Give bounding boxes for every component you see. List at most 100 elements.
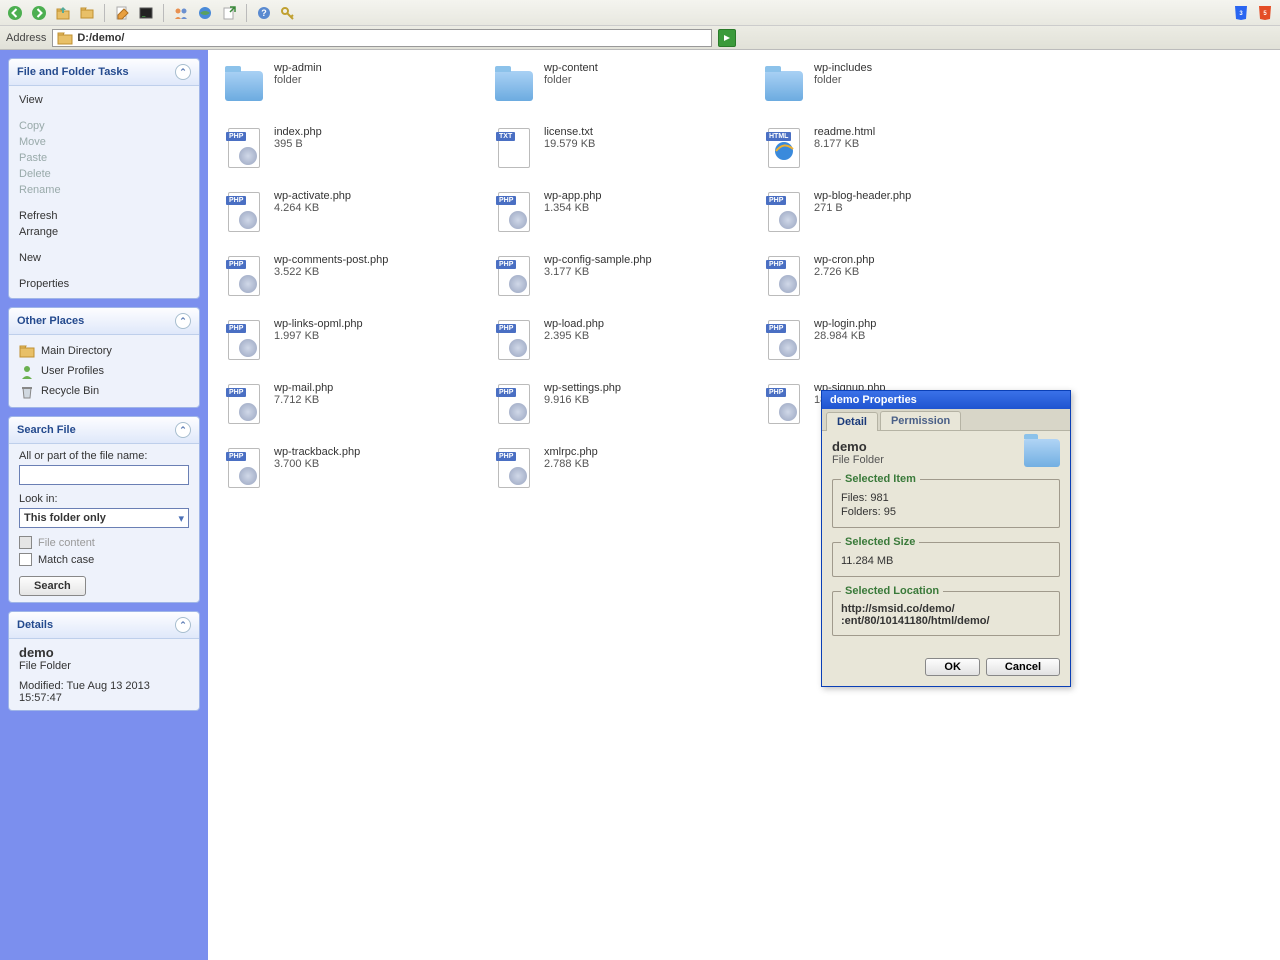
file-item[interactable]: PHPwp-load.php2.395 KB — [492, 318, 762, 364]
file-meta: 395 B — [274, 138, 322, 150]
file-item[interactable]: wp-adminfolder — [222, 62, 492, 108]
task-delete: Delete — [19, 166, 189, 182]
file-meta: 1.354 KB — [544, 202, 602, 214]
task-view[interactable]: View — [19, 92, 189, 108]
selected-location-fieldset: Selected Location http://smsid.co/demo/ … — [832, 585, 1060, 636]
file-meta: 2.395 KB — [544, 330, 604, 342]
newwindow-button[interactable] — [218, 2, 240, 24]
file-meta: 3.177 KB — [544, 266, 652, 278]
content-area: wp-adminfolderwp-contentfolderwp-include… — [208, 50, 1280, 960]
php-icon: PHP — [222, 126, 266, 170]
tasks-panel-header[interactable]: File and Folder Tasks ⌃ — [9, 59, 199, 86]
file-item[interactable]: PHPwp-login.php28.984 KB — [762, 318, 1032, 364]
up-button[interactable] — [52, 2, 74, 24]
back-button[interactable] — [4, 2, 26, 24]
task-arrange[interactable]: Arrange — [19, 224, 189, 240]
file-item[interactable]: wp-includesfolder — [762, 62, 1032, 108]
file-name: wp-trackback.php — [274, 446, 360, 458]
details-modified: Modified: Tue Aug 13 2013 15:57:47 — [19, 680, 189, 704]
edit-button[interactable] — [111, 2, 133, 24]
file-item[interactable]: PHPwp-comments-post.php3.522 KB — [222, 254, 492, 300]
top-toolbar: _ ? 3 5 — [0, 0, 1280, 26]
open-button[interactable] — [76, 2, 98, 24]
file-item[interactable]: HTMLreadme.html8.177 KB — [762, 126, 1032, 172]
php-icon: PHP — [762, 318, 806, 362]
search-name-input[interactable] — [19, 465, 189, 485]
tab-permission[interactable]: Permission — [880, 411, 961, 430]
file-name: wp-mail.php — [274, 382, 333, 394]
search-lookin-select[interactable]: This folder only ▾ — [19, 508, 189, 528]
file-name: wp-blog-header.php — [814, 190, 911, 202]
place-label: Main Directory — [41, 345, 112, 357]
file-name: wp-cron.php — [814, 254, 875, 266]
go-button[interactable] — [718, 29, 736, 47]
place-main-directory[interactable]: Main Directory — [19, 341, 189, 361]
file-meta: 271 B — [814, 202, 911, 214]
forward-button[interactable] — [28, 2, 50, 24]
php-icon: PHP — [762, 382, 806, 426]
collapse-icon[interactable]: ⌃ — [175, 617, 191, 633]
dialog-title[interactable]: demo Properties — [822, 391, 1070, 409]
places-panel-header[interactable]: Other Places ⌃ — [9, 308, 199, 335]
file-item[interactable]: PHPwp-app.php1.354 KB — [492, 190, 762, 236]
search-button[interactable]: Search — [19, 576, 86, 596]
php-icon: PHP — [222, 446, 266, 490]
search-panel-header[interactable]: Search File ⌃ — [9, 417, 199, 444]
file-item[interactable]: PHPwp-cron.php2.726 KB — [762, 254, 1032, 300]
panel-title: Details — [17, 619, 53, 631]
file-item[interactable]: PHPwp-trackback.php3.700 KB — [222, 446, 492, 492]
collapse-icon[interactable]: ⌃ — [175, 64, 191, 80]
file-item[interactable]: PHPwp-config-sample.php3.177 KB — [492, 254, 762, 300]
tab-detail[interactable]: Detail — [826, 412, 878, 431]
key-button[interactable] — [277, 2, 299, 24]
file-item[interactable]: PHPxmlrpc.php2.788 KB — [492, 446, 762, 492]
details-panel-header[interactable]: Details ⌃ — [9, 612, 199, 639]
task-list: ViewCopyMovePasteDeleteRenameRefreshArra… — [19, 92, 189, 292]
file-item[interactable]: PHPwp-links-opml.php1.997 KB — [222, 318, 492, 364]
place-user-profiles[interactable]: User Profiles — [19, 361, 189, 381]
address-bar: Address D:/demo/ — [0, 26, 1280, 50]
file-content-label: File content — [38, 537, 95, 549]
file-name: wp-app.php — [544, 190, 602, 202]
svg-text:_: _ — [141, 11, 146, 17]
details-name: demo — [19, 645, 189, 660]
address-input[interactable]: D:/demo/ — [52, 29, 712, 47]
file-name: wp-comments-post.php — [274, 254, 388, 266]
file-item[interactable]: PHPwp-blog-header.php271 B — [762, 190, 1032, 236]
file-item[interactable]: PHPwp-activate.php4.264 KB — [222, 190, 492, 236]
address-label: Address — [6, 32, 46, 44]
help-button[interactable]: ? — [253, 2, 275, 24]
file-name: wp-includes — [814, 62, 872, 74]
terminal-button[interactable]: _ — [135, 2, 157, 24]
file-item[interactable]: TXTlicense.txt19.579 KB — [492, 126, 762, 172]
toolbar-separator — [104, 4, 105, 22]
place-recycle-bin[interactable]: Recycle Bin — [19, 381, 189, 401]
globe-button[interactable] — [194, 2, 216, 24]
file-item[interactable]: PHPwp-settings.php9.916 KB — [492, 382, 762, 428]
file-name: wp-links-opml.php — [274, 318, 363, 330]
toolbar-separator — [246, 4, 247, 22]
file-item[interactable]: wp-contentfolder — [492, 62, 762, 108]
php-icon: PHP — [762, 254, 806, 298]
task-new[interactable]: New — [19, 250, 189, 266]
collapse-icon[interactable]: ⌃ — [175, 422, 191, 438]
folder-icon — [1024, 439, 1060, 467]
cancel-button[interactable]: Cancel — [986, 658, 1060, 676]
users-button[interactable] — [170, 2, 192, 24]
file-meta: 8.177 KB — [814, 138, 875, 150]
task-properties[interactable]: Properties — [19, 276, 189, 292]
task-refresh[interactable]: Refresh — [19, 208, 189, 224]
file-item[interactable]: PHPwp-mail.php7.712 KB — [222, 382, 492, 428]
html5-badge-icon: 5 — [1254, 2, 1276, 24]
task-move: Move — [19, 134, 189, 150]
tasks-panel: File and Folder Tasks ⌃ ViewCopyMovePast… — [8, 58, 200, 299]
file-item[interactable]: PHPindex.php395 B — [222, 126, 492, 172]
folder-icon — [762, 62, 806, 106]
ok-button[interactable]: OK — [925, 658, 980, 676]
collapse-icon[interactable]: ⌃ — [175, 313, 191, 329]
selected-item-fieldset: Selected Item Files: 981 Folders: 95 — [832, 473, 1060, 528]
match-case-checkbox[interactable] — [19, 553, 32, 566]
task-rename: Rename — [19, 182, 189, 198]
file-meta: 1.997 KB — [274, 330, 363, 342]
file-meta: folder — [544, 74, 598, 86]
